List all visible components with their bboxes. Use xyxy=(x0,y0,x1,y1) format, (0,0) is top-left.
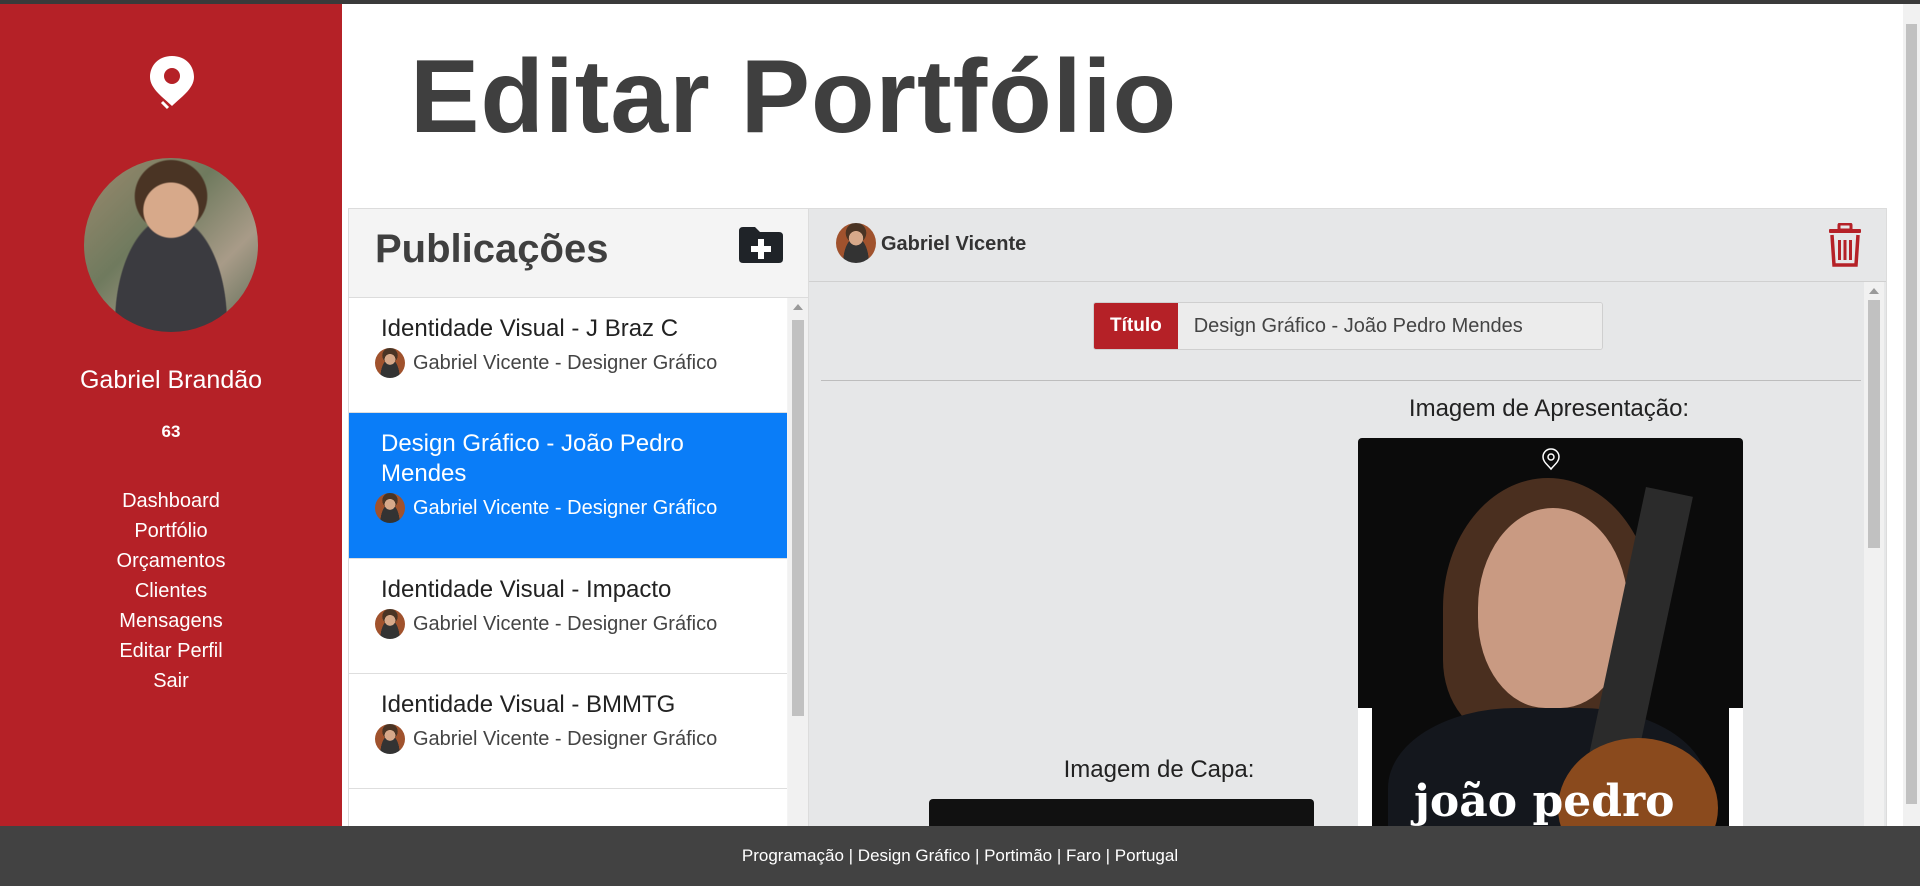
scrollbar-thumb[interactable] xyxy=(1868,300,1880,548)
publications-title: Publicações xyxy=(375,227,609,271)
list-item-author: Gabriel Vicente - Designer Gráfico xyxy=(413,612,718,635)
editor-panel: Gabriel Vicente Título Imagem de Apresen… xyxy=(808,208,1887,839)
presentation-image-caption: Imagem de Apresentação: xyxy=(1408,395,1690,422)
publications-scrollbar[interactable] xyxy=(788,298,808,827)
avatar xyxy=(375,609,405,639)
list-item[interactable]: Identidade Visual - BMMTG Gabriel Vicent… xyxy=(349,674,787,789)
presentation-image-text: joão pedro xyxy=(1414,776,1675,827)
trash-icon[interactable] xyxy=(1825,223,1865,267)
list-item-title: Identidade Visual - Impacto xyxy=(381,576,672,603)
avatar xyxy=(836,223,876,263)
footer: Programação | Design Gráfico | Portimão … xyxy=(0,826,1920,886)
image-strip-left xyxy=(1358,708,1372,838)
image-strip-right xyxy=(1729,708,1743,838)
list-item[interactable] xyxy=(349,789,787,827)
editor-header: Gabriel Vicente xyxy=(809,209,1886,282)
sidebar-item-sair[interactable]: Sair xyxy=(0,666,342,696)
sidebar-item-portfolio[interactable]: Portfólio xyxy=(0,516,342,546)
sidebar-item-dashboard[interactable]: Dashboard xyxy=(0,486,342,516)
publications-panel: Publicações Identidade Visual - J Braz C… xyxy=(348,208,810,828)
publications-list: Identidade Visual - J Braz C Gabriel Vic… xyxy=(349,298,787,827)
avatar xyxy=(375,348,405,378)
sidebar-item-clientes[interactable]: Clientes xyxy=(0,576,342,606)
title-field-group: Título xyxy=(1093,302,1603,350)
list-item-author: Gabriel Vicente - Designer Gráfico xyxy=(413,727,718,750)
title-label: Título xyxy=(1094,303,1178,349)
page-title: Editar Portfólio xyxy=(410,39,1178,155)
editor-user-name: Gabriel Vicente xyxy=(881,233,1027,255)
list-item-author: Gabriel Vicente - Designer Gráfico xyxy=(413,351,718,374)
list-item-active[interactable]: Design Gráfico - João Pedro Mendes Gabri… xyxy=(349,413,787,559)
cover-image-caption: Imagem de Capa: xyxy=(1063,756,1255,783)
location-pin-logo-icon[interactable] xyxy=(146,54,198,112)
list-item[interactable]: Identidade Visual - J Braz C Gabriel Vic… xyxy=(349,298,787,413)
list-item-title: Design Gráfico - João Pedro Mendes xyxy=(381,430,684,487)
divider xyxy=(821,380,1861,381)
user-name: Gabriel Brandão xyxy=(79,366,263,394)
scroll-up-arrow-icon[interactable] xyxy=(793,304,803,310)
avatar xyxy=(375,724,405,754)
sidebar: Gabriel Brandão 63 Dashboard Portfólio O… xyxy=(0,4,342,826)
sidebar-item-mensagens[interactable]: Mensagens xyxy=(0,606,342,636)
sidebar-nav: Dashboard Portfólio Orçamentos Clientes … xyxy=(0,486,342,696)
add-folder-icon[interactable] xyxy=(737,225,785,265)
sidebar-item-orcamentos[interactable]: Orçamentos xyxy=(0,546,342,576)
scrollbar-thumb[interactable] xyxy=(792,320,804,716)
list-item[interactable]: Identidade Visual - Impacto Gabriel Vice… xyxy=(349,559,787,674)
list-item-title: Identidade Visual - J Braz C xyxy=(381,315,679,342)
user-count: 63 xyxy=(161,422,181,441)
scrollbar-thumb[interactable] xyxy=(1906,24,1917,804)
list-item-title: Identidade Visual - BMMTG xyxy=(381,691,676,718)
avatar xyxy=(84,158,258,332)
presentation-image[interactable]: joão pedro xyxy=(1358,438,1743,838)
window-scrollbar[interactable] xyxy=(1903,4,1920,826)
title-input[interactable] xyxy=(1177,303,1602,349)
location-pin-icon xyxy=(1542,448,1560,471)
editor-scrollbar[interactable] xyxy=(1864,282,1884,827)
sidebar-item-editar-perfil[interactable]: Editar Perfil xyxy=(0,636,342,666)
scroll-up-arrow-icon[interactable] xyxy=(1869,288,1879,294)
publications-header: Publicações xyxy=(349,209,809,298)
avatar xyxy=(375,493,405,523)
list-item-author: Gabriel Vicente - Designer Gráfico xyxy=(413,496,718,519)
